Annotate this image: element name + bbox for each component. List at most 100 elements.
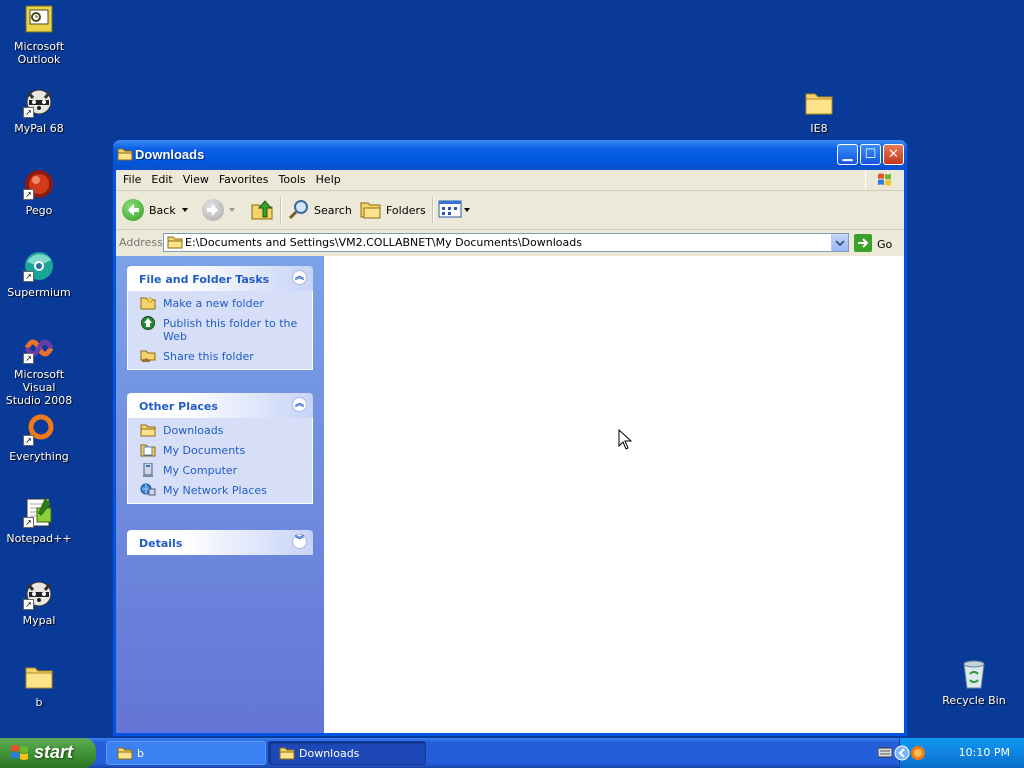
desktop-icon-ie8[interactable]: IE8 bbox=[780, 86, 858, 135]
folder-icon bbox=[803, 86, 835, 118]
menu-help[interactable]: Help bbox=[311, 170, 346, 190]
place-label: Downloads bbox=[163, 424, 224, 437]
desktop-icon-recycle-bin[interactable]: Recycle Bin bbox=[935, 658, 1013, 707]
panel-header[interactable]: Other Places ︽ bbox=[127, 393, 313, 418]
chevron-up-icon[interactable]: ︽ bbox=[292, 397, 307, 412]
shortcut-arrow-icon: ↗ bbox=[23, 107, 34, 118]
views-icon bbox=[438, 198, 462, 223]
folders-icon bbox=[360, 198, 382, 223]
shortcut-arrow-icon: ↗ bbox=[23, 353, 34, 364]
menu-bar: File Edit View Favorites Tools Help bbox=[116, 170, 904, 191]
place-my-computer[interactable]: My Computer bbox=[128, 462, 304, 477]
tray-app-icon[interactable] bbox=[910, 745, 926, 764]
desktop-icon-label: Pego bbox=[25, 204, 53, 217]
address-value: E:\Documents and Settings\VM2.COLLABNET\… bbox=[185, 236, 582, 249]
task-share-folder[interactable]: Share this folder bbox=[128, 350, 304, 363]
back-arrow-icon bbox=[122, 199, 144, 221]
desktop-icon-visual-studio[interactable]: ↗ Microsoft Visual Studio 2008 bbox=[0, 332, 78, 407]
desktop-icon-label: Microsoft Outlook bbox=[13, 40, 65, 66]
task-pane: File and Folder Tasks ︽ Make a new folde… bbox=[116, 256, 324, 733]
desktop-icon-pego[interactable]: ↗ Pego bbox=[0, 168, 78, 217]
mouse-cursor-icon bbox=[618, 429, 632, 450]
desktop-icon-label: MyPal 68 bbox=[14, 122, 64, 135]
toolbar-separator bbox=[280, 197, 282, 223]
minimize-icon: ▁ bbox=[842, 147, 853, 162]
place-my-documents[interactable]: My Documents bbox=[128, 444, 304, 457]
panel-header[interactable]: Details ︾ bbox=[127, 530, 313, 555]
keyboard-icon[interactable] bbox=[877, 747, 893, 761]
desktop-icon-b[interactable]: b bbox=[0, 660, 78, 709]
explorer-window[interactable]: Downloads ▁ ☐ ✕ File Edit View Favorites Too… bbox=[113, 140, 907, 736]
file-folder-tasks-panel: File and Folder Tasks ︽ Make a new folde… bbox=[127, 266, 313, 370]
search-button[interactable]: Search bbox=[288, 197, 352, 223]
windows-logo-icon bbox=[865, 170, 904, 190]
desktop-icon-mypal68[interactable]: ↗ MyPal 68 bbox=[0, 86, 78, 135]
menu-file[interactable]: File bbox=[118, 170, 146, 190]
close-icon: ✕ bbox=[888, 147, 899, 162]
up-folder-icon bbox=[250, 197, 274, 224]
place-downloads[interactable]: Downloads bbox=[128, 424, 304, 437]
menu-tools[interactable]: Tools bbox=[274, 170, 311, 190]
shortcut-arrow-icon: ↗ bbox=[23, 599, 34, 610]
views-dropdown-icon bbox=[464, 208, 470, 212]
panel-header[interactable]: File and Folder Tasks ︽ bbox=[127, 266, 313, 291]
maximize-icon: ☐ bbox=[864, 147, 877, 162]
show-hidden-icons-button[interactable] bbox=[894, 745, 910, 764]
shortcut-arrow-icon: ↗ bbox=[23, 517, 34, 528]
panel-title: Other Places bbox=[139, 400, 218, 413]
desktop-icon-label: Mypal bbox=[22, 614, 56, 627]
address-dropdown-button[interactable] bbox=[831, 234, 848, 251]
network-places-icon bbox=[140, 483, 156, 497]
standard-toolbar: Back Search Folders bbox=[116, 191, 904, 230]
my-documents-icon bbox=[140, 443, 156, 457]
place-my-network-places[interactable]: My Network Places bbox=[128, 483, 304, 497]
task-label: Share this folder bbox=[163, 350, 254, 363]
taskbar-button-downloads[interactable]: Downloads bbox=[268, 741, 426, 765]
other-places-panel: Other Places ︽ Downloads My Documents My… bbox=[127, 393, 313, 504]
maximize-button[interactable]: ☐ bbox=[860, 144, 881, 165]
desktop-icon-everything[interactable]: ↗ Everything bbox=[0, 414, 78, 463]
details-panel: Details ︾ bbox=[127, 530, 313, 555]
start-button[interactable]: start bbox=[0, 738, 96, 768]
menu-edit[interactable]: Edit bbox=[146, 170, 177, 190]
chevron-down-icon[interactable]: ︾ bbox=[292, 534, 307, 549]
minimize-button[interactable]: ▁ bbox=[837, 144, 858, 165]
clock[interactable]: 10:10 PM bbox=[959, 746, 1010, 759]
everything-icon: ↗ bbox=[23, 414, 55, 446]
desktop-icon-label: Notepad++ bbox=[6, 532, 72, 545]
search-icon bbox=[288, 198, 310, 223]
go-button[interactable]: Go bbox=[854, 234, 892, 255]
folder-icon bbox=[117, 148, 133, 161]
panel-body: Make a new folder Publish this folder to… bbox=[127, 291, 313, 370]
address-label: Address bbox=[119, 236, 163, 249]
address-input[interactable]: E:\Documents and Settings\VM2.COLLABNET\… bbox=[163, 233, 849, 252]
close-button[interactable]: ✕ bbox=[883, 144, 904, 165]
desktop-icon-label: b bbox=[35, 696, 43, 709]
up-folder-button[interactable] bbox=[250, 197, 274, 223]
chevron-up-icon[interactable]: ︽ bbox=[292, 270, 307, 285]
menu-view[interactable]: View bbox=[178, 170, 214, 190]
desktop-icon-notepadpp[interactable]: ↗ Notepad++ bbox=[0, 496, 78, 545]
desktop-icon-supermium[interactable]: ↗ Supermium bbox=[0, 250, 78, 299]
forward-button[interactable] bbox=[202, 197, 235, 223]
back-button[interactable]: Back bbox=[122, 197, 188, 223]
my-computer-icon bbox=[140, 462, 156, 477]
panel-title: File and Folder Tasks bbox=[139, 273, 270, 286]
taskbar-button-b[interactable]: b bbox=[106, 741, 266, 765]
folders-button[interactable]: Folders bbox=[360, 197, 426, 223]
views-button[interactable] bbox=[438, 197, 470, 223]
task-make-new-folder[interactable]: Make a new folder bbox=[128, 296, 304, 310]
folder-icon bbox=[23, 660, 55, 692]
back-label: Back bbox=[149, 203, 176, 217]
desktop-icon-mypal[interactable]: ↗ Mypal bbox=[0, 578, 78, 627]
place-label: My Documents bbox=[163, 444, 246, 457]
folder-contents-view[interactable] bbox=[324, 256, 904, 733]
place-label: My Network Places bbox=[163, 484, 267, 497]
desktop-icon-outlook[interactable]: Microsoft Outlook bbox=[0, 4, 78, 66]
menu-favorites[interactable]: Favorites bbox=[214, 170, 274, 190]
task-publish-to-web[interactable]: Publish this folder to the Web bbox=[128, 316, 304, 343]
globe-icon bbox=[140, 316, 156, 330]
title-bar[interactable]: Downloads ▁ ☐ ✕ bbox=[113, 140, 907, 170]
desktop-icon-label: Microsoft Visual Studio 2008 bbox=[5, 368, 73, 407]
desktop-icon-label: Recycle Bin bbox=[942, 694, 1006, 707]
